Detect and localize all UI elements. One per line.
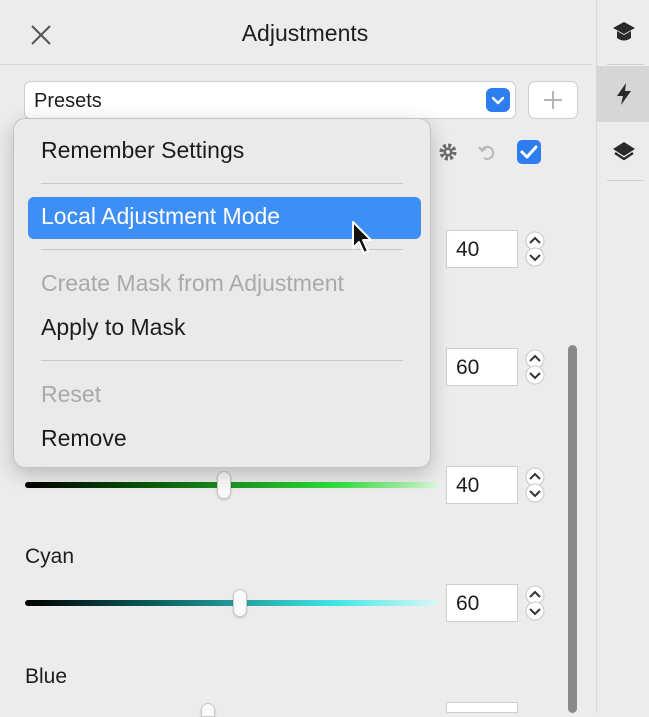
presets-dropdown[interactable]: Presets	[24, 81, 516, 119]
value-field[interactable]: 60	[446, 348, 518, 386]
green-slider-track[interactable]	[25, 482, 438, 488]
presets-label: Presets	[34, 90, 102, 112]
lightning-icon	[616, 83, 631, 105]
menu-item-remember-settings[interactable]: Remember Settings	[14, 137, 430, 177]
cyan-slider-track[interactable]	[25, 600, 438, 606]
blue-slider-thumb[interactable]	[201, 703, 215, 717]
menu-item-create-mask-from-adjustment: Create Mask from Adjustment	[41, 270, 344, 296]
plus-icon	[544, 91, 562, 109]
value-field[interactable]: 40	[446, 466, 518, 504]
undo-icon[interactable]	[476, 141, 498, 163]
close-icon[interactable]	[28, 22, 54, 48]
panel-title: Adjustments	[241, 20, 369, 46]
checkbox-checked-icon[interactable]	[516, 139, 542, 165]
adjustments-tab[interactable]	[597, 66, 649, 122]
context-menu: Remember Settings Local Adjustment Mode …	[13, 118, 431, 468]
mouse-pointer-icon	[352, 221, 372, 254]
gear-icon[interactable]	[436, 140, 460, 164]
stepper-icon[interactable]	[521, 466, 549, 504]
menu-divider	[41, 183, 403, 184]
add-preset-button[interactable]	[528, 81, 578, 119]
blue-label: Blue	[25, 665, 68, 688]
menu-divider	[41, 360, 403, 361]
stepper-icon[interactable]	[521, 348, 549, 386]
adjustments-panel: Adjustments Presets 40 60 40 Cyan 60 Blu…	[0, 0, 592, 717]
learn-tab[interactable]	[597, 0, 649, 64]
header-divider	[0, 64, 592, 65]
menu-item-apply-to-mask[interactable]: Apply to Mask	[14, 314, 430, 354]
menu-divider	[41, 249, 403, 250]
cyan-slider-thumb[interactable]	[233, 589, 247, 617]
graduation-cap-icon	[612, 22, 635, 41]
cyan-label: Cyan	[25, 545, 75, 568]
chevron-down-icon[interactable]	[486, 88, 510, 112]
value-field[interactable]: 40	[446, 230, 518, 268]
toolbar-divider	[607, 64, 644, 65]
layers-icon	[612, 142, 635, 161]
scrollbar[interactable]	[568, 345, 577, 713]
inspector-tool-bar	[596, 0, 649, 713]
layers-tab[interactable]	[597, 124, 649, 180]
value-field[interactable]	[446, 702, 518, 713]
menu-item-reset: Reset	[41, 381, 102, 407]
stepper-icon[interactable]	[521, 230, 549, 268]
green-slider-thumb[interactable]	[217, 471, 231, 499]
menu-item-remove[interactable]: Remove	[14, 425, 430, 465]
value-field[interactable]: 60	[446, 584, 518, 622]
panel-header: Adjustments	[0, 0, 592, 64]
stepper-icon[interactable]	[521, 584, 549, 622]
toolbar-divider	[607, 180, 644, 181]
adjustment-controls	[434, 138, 554, 168]
